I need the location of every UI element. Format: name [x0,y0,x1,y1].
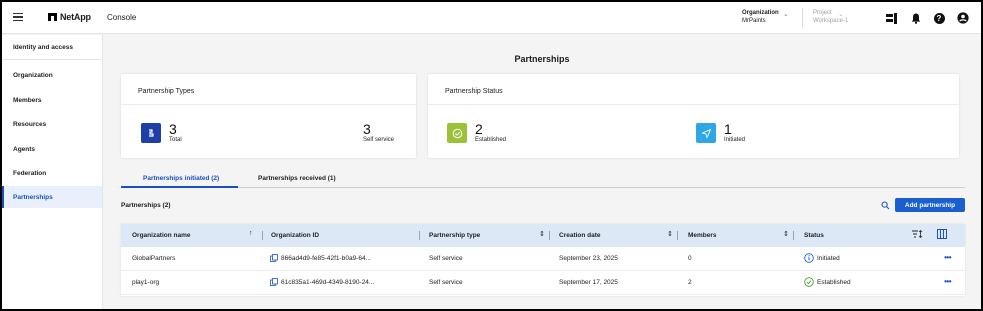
self-service-count: 3 [363,121,371,137]
active-tab-indicator [121,186,238,188]
sidebar-item-organization[interactable]: Organization [2,64,102,86]
partnership-status-title: Partnership Status [445,88,503,95]
partnership-types-title: Partnership Types [138,88,195,95]
copy-icon[interactable] [270,278,278,286]
tab-partnerships-initiated[interactable]: Partnerships initiated (2) [143,175,219,182]
column-creation-date[interactable]: Creation date [559,232,601,239]
column-divider [262,231,263,240]
organization-selector[interactable]: Organization MrPaints [742,10,779,24]
filter-icon[interactable] [912,229,923,240]
brand-name: NetApp [60,12,91,22]
column-divider [419,231,420,240]
cell-members: 2 [688,279,692,286]
cell-status: Established [817,279,851,286]
card-divider [121,104,416,105]
partnership-types-icon [141,123,161,143]
tab-partnerships-received[interactable]: Partnerships received (1) [258,175,336,182]
sort-asc-icon[interactable]: ↑ [249,230,253,237]
divider [802,8,803,28]
sort-icon[interactable]: ⇕ [539,230,545,238]
cell-organization-id: 61c835a1-469d-4349-8190-24... [281,279,375,286]
netapp-logo-mark [48,13,57,21]
cell-creation-date: September 23, 2025 [559,255,618,262]
total-label: Total [169,137,182,143]
sort-icon[interactable]: ⇕ [667,230,673,238]
sidebar: Identity and access Organization Members… [2,35,103,309]
cell-organization-id: 866ad4d9-fe85-42f1-b0a9-64... [281,255,371,262]
tab-bar: Partnerships initiated (2) Partnerships … [121,172,965,188]
organization-value: MrPaints [742,18,766,24]
partnerships-table: Organization name ↑ Organization ID Part… [121,224,965,296]
column-partnership-type[interactable]: Partnership type [429,232,480,239]
sidebar-item-federation[interactable]: Federation [2,162,102,184]
table-row[interactable]: play1-org 61c835a1-469d-4349-8190-24... … [121,271,965,295]
sidebar-item-resources[interactable]: Resources [2,113,102,135]
copy-icon[interactable] [270,254,278,262]
check-circle-icon [804,277,814,287]
sidebar-item-partnerships[interactable]: Partnerships [2,186,102,208]
table-header: Organization name ↑ Organization ID Part… [121,224,965,247]
column-organization-id[interactable]: Organization ID [271,232,319,239]
user-icon[interactable] [957,12,969,24]
organization-label: Organization [742,10,779,16]
initiated-count: 1 [724,121,732,137]
add-partnership-button[interactable]: Add partnership [895,198,965,212]
sidebar-item-members[interactable]: Members [2,89,102,111]
card-divider [428,104,959,105]
chevron-down-icon: ⌄ [838,11,844,18]
top-bar: NetApp Console Organization MrPaints ⌄ P… [2,2,981,34]
grid-icon[interactable] [886,12,898,24]
sidebar-divider [2,59,102,60]
app-name: Console [107,13,137,22]
table-row[interactable]: GlobalPartners 866ad4d9-fe85-42f1-b0a9-6… [121,247,965,271]
column-members[interactable]: Members [688,232,717,239]
check-circle-icon [447,123,467,143]
table-title: Partnerships (2) [121,202,171,209]
search-icon[interactable] [881,201,890,210]
more-icon[interactable]: ••• [944,253,951,262]
cell-partnership-type: Self service [429,279,463,286]
self-service-label: Self service [363,137,395,143]
cell-creation-date: September 17, 2025 [559,279,618,286]
send-icon [696,123,716,143]
column-divider [677,231,678,240]
cell-partnership-type: Self service [429,255,463,262]
app-frame: NetApp Console Organization MrPaints ⌄ P… [0,0,983,311]
columns-icon[interactable] [937,229,947,241]
hamburger-icon[interactable] [13,13,23,22]
info-icon [804,253,814,263]
bell-icon[interactable] [910,12,922,24]
partnership-types-card: Partnership Types 3 Total 3 Self service [121,74,416,158]
cell-organization-name: GlobalPartners [132,255,176,262]
more-icon[interactable]: ••• [944,277,951,286]
netapp-logo[interactable]: NetApp [48,12,91,22]
sidebar-item-identity-and-access[interactable]: Identity and access [2,36,102,58]
cell-organization-name: play1-org [132,279,160,286]
page-title: Partnerships [514,54,570,64]
established-label: Established [475,137,507,143]
chevron-down-icon: ⌄ [783,11,789,18]
column-divider [793,231,794,240]
column-divider [549,231,550,240]
project-value: Workspace-1 [813,18,849,24]
total-count: 3 [169,121,177,137]
sidebar-item-agents[interactable]: Agents [2,138,102,160]
column-organization-name[interactable]: Organization name [132,232,191,239]
column-status[interactable]: Status [804,232,824,239]
help-icon[interactable]: ? [933,12,945,24]
initiated-label: Initiated [724,137,746,143]
cell-status: Initiated [817,255,840,262]
cell-members: 0 [688,255,692,262]
sort-icon[interactable]: ⇕ [783,230,789,238]
partnership-status-card: Partnership Status 2 Established 1 Initi… [428,74,959,158]
established-count: 2 [475,121,483,137]
